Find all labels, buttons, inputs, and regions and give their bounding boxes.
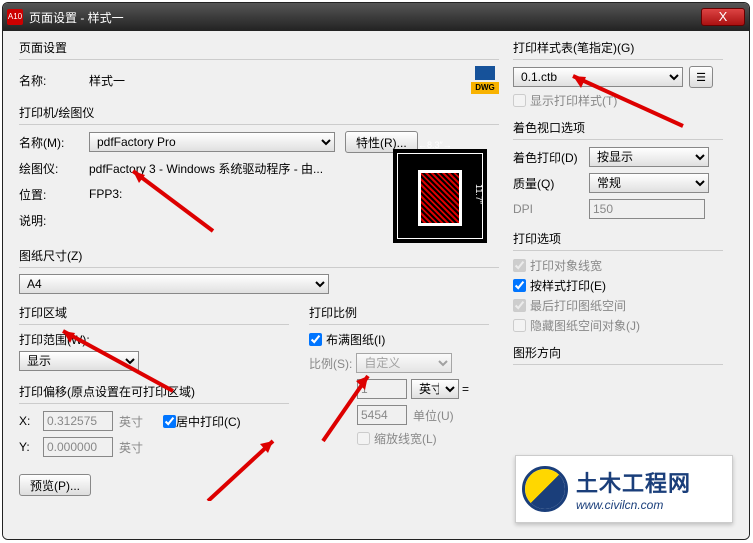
show-plot-styles-label: 显示打印样式(T): [530, 92, 617, 109]
logo-ball-icon: [522, 466, 568, 512]
plot-lineweight-label: 打印对象线宽: [530, 257, 602, 274]
offset-y-label: Y:: [19, 440, 43, 454]
offset-x-label: X:: [19, 414, 43, 428]
fit-to-paper-checkbox[interactable]: [309, 333, 322, 346]
options-group-label: 打印选项: [513, 230, 723, 247]
style-table-group-label: 打印样式表(笔指定)(G): [513, 39, 723, 56]
plot-lineweight-checkbox: [513, 259, 526, 272]
viewport-group-label: 着色视口选项: [513, 119, 723, 136]
scale-denominator-input: [357, 405, 407, 425]
paper-size-select[interactable]: A4: [19, 274, 329, 294]
paper-preview: ←8.3″→ 11.7″: [393, 149, 487, 243]
location-label: 位置:: [19, 186, 89, 203]
scale-lineweight-checkbox: [357, 432, 370, 445]
scale-group-label: 打印比例: [309, 304, 489, 321]
plot-paperspace-last-label: 最后打印图纸空间: [530, 297, 626, 314]
center-plot-checkbox[interactable]: [163, 415, 176, 428]
plot-range-label: 打印范围(W):: [19, 331, 289, 348]
location-value: FPP3:: [89, 187, 122, 201]
paper-size-group-label: 图纸尺寸(Z): [19, 247, 499, 264]
page-setup-group-label: 页面设置: [19, 39, 499, 56]
center-plot-label: 居中打印(C): [176, 413, 241, 430]
show-plot-styles-checkbox: [513, 94, 526, 107]
close-button[interactable]: X: [701, 8, 745, 26]
hide-paperspace-checkbox: [513, 319, 526, 332]
app-icon: A10: [7, 9, 23, 25]
offset-x-unit: 英寸: [119, 413, 143, 430]
shade-plot-label: 着色打印(D): [513, 149, 589, 166]
window-title: 页面设置 - 样式一: [29, 9, 701, 26]
scale-select: 自定义: [356, 353, 452, 373]
offset-x-input: [43, 411, 113, 431]
plot-by-style-label: 按样式打印(E): [530, 277, 606, 294]
dpi-input: [589, 199, 705, 219]
logo-cn-text: 土木工程网: [576, 466, 691, 498]
quality-select[interactable]: 常规: [589, 173, 709, 193]
plotter-value: pdfFactory 3 - Windows 系统驱动程序 - 由...: [89, 160, 323, 177]
page-name-label: 名称:: [19, 72, 89, 89]
plot-paperspace-last-checkbox: [513, 299, 526, 312]
offset-group-label: 打印偏移(原点设置在可打印区域): [19, 383, 289, 400]
plot-area-group-label: 打印区域: [19, 304, 289, 321]
dwg-icon: DWG: [471, 66, 499, 94]
plot-range-select[interactable]: 显示: [19, 351, 139, 371]
scale-unit-select[interactable]: 英寸: [411, 379, 459, 399]
printer-name-select[interactable]: pdfFactory Pro: [89, 132, 335, 152]
scale-lineweight-label: 缩放线宽(L): [374, 430, 437, 447]
preview-button[interactable]: 预览(P)...: [19, 474, 91, 496]
page-name-value: 样式一: [89, 72, 125, 89]
plotter-label: 绘图仪:: [19, 160, 89, 177]
shade-plot-select[interactable]: 按显示: [589, 147, 709, 167]
logo-en-text: www.civilcn.com: [576, 498, 691, 512]
printer-group-label: 打印机/绘图仪: [19, 104, 499, 121]
plot-by-style-checkbox[interactable]: [513, 279, 526, 292]
offset-y-input: [43, 437, 113, 457]
watermark-logo: 土木工程网 www.civilcn.com: [515, 455, 733, 523]
offset-y-unit: 英寸: [119, 439, 143, 456]
quality-label: 质量(Q): [513, 175, 589, 192]
scale-numerator-input: [357, 379, 407, 399]
scale-denom-unit: 单位(U): [413, 407, 454, 424]
style-table-select[interactable]: 0.1.ctb: [513, 67, 683, 87]
fit-to-paper-label: 布满图纸(I): [326, 331, 385, 348]
orientation-group-label: 图形方向: [513, 344, 723, 361]
scale-label: 比例(S):: [309, 355, 352, 372]
dpi-label: DPI: [513, 202, 589, 216]
style-table-edit-button[interactable]: ☰: [689, 66, 713, 88]
hide-paperspace-label: 隐藏图纸空间对象(J): [530, 317, 640, 334]
printer-name-label: 名称(M):: [19, 134, 89, 151]
description-label: 说明:: [19, 212, 89, 229]
